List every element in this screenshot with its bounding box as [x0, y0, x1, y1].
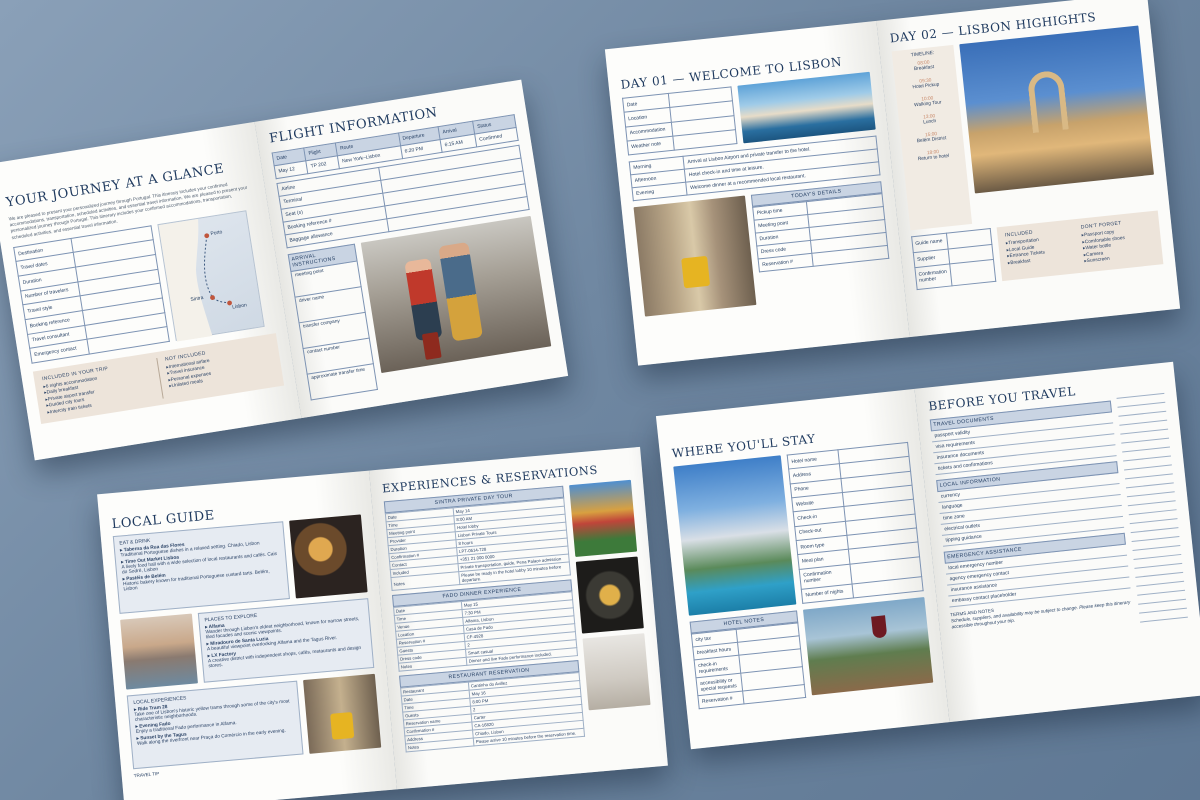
- reservation-tables: SINTRA PRIVATE DAY TOUR Date May 14 Time 8:0…: [383, 485, 586, 757]
- spread-journey-flight: YOUR JOURNEY AT A GLANCE We are pleased …: [0, 79, 569, 461]
- traveler-man: [438, 241, 483, 342]
- tram-shape: [681, 255, 711, 289]
- eat-drink-box: EAT & DRINK ▸ Taberna da Rua das Flores T…: [112, 521, 290, 614]
- pastries-photo: [288, 514, 368, 599]
- hotel-notes-box: HOTEL NOTES city tax breakfast hours check…: [689, 610, 807, 709]
- travelers-photo: [360, 215, 552, 374]
- coast-photo: [737, 71, 876, 144]
- page-stay: WHERE YOU'LL STAY Hotel name Address Phone…: [655, 388, 950, 750]
- local-exp-box: LOCAL EXPERIENCES ▸ Ride Tram 28 Take one…: [126, 680, 304, 770]
- timeline-item: 15:00 Belém District: [902, 130, 961, 146]
- restaurant-photo: [582, 633, 651, 711]
- hotel-photo: [673, 455, 797, 616]
- reservation-block: FADO DINNER EXPERIENCE Date May 15 Time 7:30…: [391, 579, 578, 672]
- route-map: Porto Sintra Lisbon: [157, 209, 265, 342]
- today-fields-table: Pickup time Meeting point Duration Dress co…: [752, 193, 889, 272]
- reservation-block: RESTAURANT RESERVATION Restaurant Cantinho…: [398, 660, 586, 752]
- local-info-box: LOCAL INFORMATION currency language time z…: [936, 461, 1125, 547]
- wine-photo: [802, 597, 934, 696]
- day2-forget-list: Passport copyComfortable shoesWater bott…: [1081, 226, 1154, 264]
- reservation-table: Date May 14 Time 8:00 AM Meeting point Hotel …: [384, 498, 571, 591]
- page-local-guide: LOCAL GUIDE EAT & DRINK ▸ Taberna da Rua…: [97, 470, 397, 800]
- day2-included-box: INCLUDED TransportationLocal GuideEntran…: [996, 210, 1164, 281]
- tram28-photo: [302, 673, 381, 754]
- traveler-woman: [404, 258, 443, 342]
- page-before: BEFORE YOU TRAVEL TRAVEL DOCUMENTS passp…: [914, 361, 1200, 723]
- field-label: Confirmation number: [914, 264, 952, 290]
- page-experiences: EXPERIENCES & RESERVATIONS SINTRA PRIVAT…: [368, 446, 668, 790]
- reservation-block: SINTRA PRIVATE DAY TOUR Date May 14 Time 8:0…: [383, 485, 571, 591]
- day2-forget-col: DON'T FORGET Passport copyComfortable sh…: [1081, 217, 1155, 266]
- timeline-item: 18:00 Return to hotel: [904, 148, 963, 164]
- today-details-box: TODAY'S DETAILS Pickup time Meeting point…: [750, 181, 892, 304]
- pena-palace-photo: [569, 479, 638, 557]
- tram28-shape: [329, 712, 354, 740]
- fado-dinner-photo: [575, 556, 644, 634]
- arch-photo: [958, 25, 1154, 194]
- included-col: INCLUDED IN YOUR TRIP 6 nights accommoda…: [42, 360, 153, 417]
- timeline-box: TIMELINE: 08:00 Breakfast 09:30 Hotel Picku…: [891, 44, 972, 231]
- day2-included-list: TransportationLocal GuideEntrance Ticket…: [1006, 234, 1078, 266]
- page-flight: FLIGHT INFORMATION Date Flight Route Depart…: [254, 79, 569, 419]
- hotel-notes-table: city tax breakfast hours check-in requirem…: [691, 622, 806, 709]
- river-photo: [120, 613, 198, 690]
- places-box: PLACES TO EXPLORE ▸ Alfama Wander through…: [197, 598, 374, 683]
- journey-fields-table: Destination Travel dates Duration Number of…: [13, 225, 170, 363]
- timeline-item: 09:30 Hotel Pickup: [896, 76, 955, 92]
- timeline-item: 08:00 Breakfast: [895, 58, 954, 74]
- page-journey: YOUR JOURNEY AT A GLANCE We are pleased …: [0, 121, 302, 461]
- stay-fields-table: Hotel name Address Phone Website Check-in Che…: [787, 442, 924, 604]
- arch-shape: [1027, 69, 1070, 134]
- not-included-col: NOT INCLUDED International airfareTravel…: [155, 340, 276, 399]
- day1-fields-table: Date Location Accommodation Weather note: [622, 86, 737, 155]
- day2-included-col: INCLUDED TransportationLocal GuideEntran…: [1005, 225, 1079, 274]
- page-day2: DAY 02 — LISBON HIGHIGHTS TIMELINE: 08:0…: [875, 0, 1181, 338]
- tram-street-photo: [633, 195, 757, 317]
- spread-stay-before: WHERE YOU'LL STAY Hotel name Address Phone…: [655, 361, 1200, 750]
- wine-glass: [871, 615, 888, 639]
- timeline-item: 10:00 Walking Tour: [898, 94, 957, 110]
- day2-fields-table: Guide name Supplier Confirmation number: [911, 228, 996, 290]
- spread-day1-day2: DAY 01 — WELCOME TO LISBON Date Location A…: [604, 0, 1181, 366]
- spread-guide-experiences: LOCAL GUIDE EAT & DRINK ▸ Taberna da Rua…: [97, 446, 668, 800]
- timeline-item: 13:00 Lunch: [900, 112, 959, 128]
- field-value[interactable]: [949, 259, 996, 286]
- page-day1: DAY 01 — WELCOME TO LISBON Date Location A…: [604, 20, 910, 366]
- timeline-list: 08:00 Breakfast 09:30 Hotel Pickup 10:00 Walk…: [895, 58, 963, 164]
- arrival-fields: meeting point driver name transfer company…: [290, 261, 378, 401]
